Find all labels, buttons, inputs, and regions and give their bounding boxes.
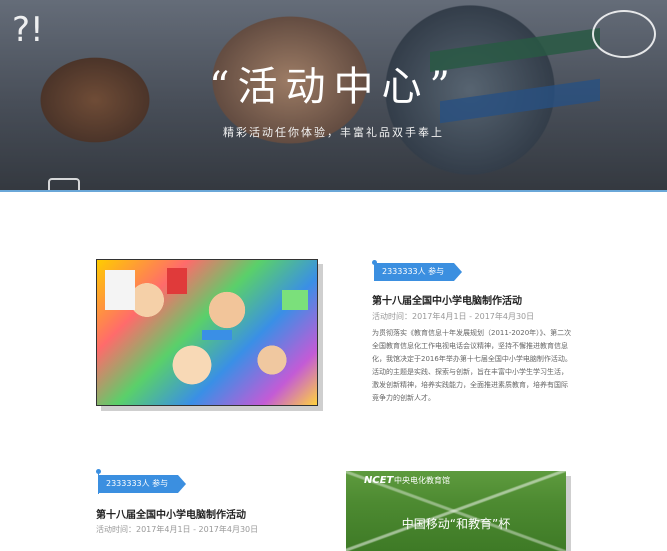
participants-badge: 2333333人 参与 [98, 475, 187, 493]
image-caption: 中国移动“和教育”杯 [401, 517, 511, 531]
question-doodle-icon: ?! [12, 10, 44, 50]
activity-title[interactable]: 第十八届全国中小学电脑制作活动 [372, 292, 522, 307]
planet-doodle-icon [592, 10, 656, 58]
activity-time: 活动时间：2017年4月1日 - 2017年4月30日 [96, 525, 259, 534]
activity-description: 为贯彻落实《教育信息十年发展规划（2011-2020年）》、第二次全国教育信息化… [372, 329, 572, 402]
activity-image[interactable]: NCET 中央电化教育馆 中国移动“和教育”杯 [346, 471, 566, 551]
page-title: “活动中心” [209, 64, 458, 110]
activity-time: 活动时间：2017年4月1日 - 2017年4月30日 [372, 312, 535, 321]
ncet-logo: NCET [364, 475, 394, 486]
hero-banner: ?! “活动中心” 精彩活动任你体验，丰富礼品双手奉上 [0, 0, 667, 191]
activity-title[interactable]: 第十八届全国中小学电脑制作活动 [96, 506, 246, 521]
ncet-logo-cn: 中央电化教育馆 [394, 476, 450, 485]
participants-badge: 2333333人 参与 [374, 263, 463, 281]
page-subtitle: 精彩活动任你体验，丰富礼品双手奉上 [223, 126, 444, 139]
activity-image[interactable] [96, 259, 318, 406]
hero-border [0, 190, 667, 192]
